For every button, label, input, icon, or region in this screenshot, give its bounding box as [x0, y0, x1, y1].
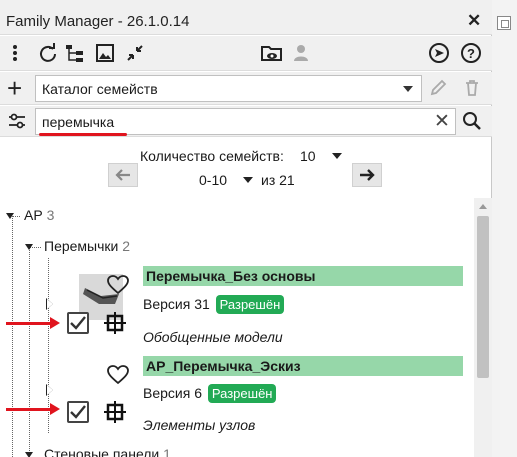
tree-node-count: 1: [163, 446, 171, 457]
place-crosshair-icon[interactable]: [104, 401, 126, 426]
tree-node-label: Перемычки: [44, 238, 119, 254]
clear-search-icon[interactable]: ✕: [431, 110, 453, 132]
expand-toggle-item-inner: [47, 385, 53, 395]
tree-node-label: АР: [24, 207, 43, 223]
family-tree: АР 3 Перемычки 2 Перемычка_Без основы Ве…: [0, 198, 474, 457]
chevron-down-icon: [403, 86, 413, 92]
search-highlight-underline: [39, 133, 127, 136]
tree-node-count: 3: [46, 207, 55, 223]
family-category: Элементы узлов: [143, 417, 256, 433]
catalog-select[interactable]: Каталог семейств: [35, 75, 422, 102]
place-crosshair-icon[interactable]: [104, 312, 126, 337]
family-count-label: Количество семейств:: [140, 148, 284, 164]
help-icon[interactable]: ?: [460, 42, 482, 64]
family-category: Обобщенные модели: [143, 329, 283, 345]
send-icon[interactable]: [428, 42, 450, 64]
tree-node-root[interactable]: АР 3: [24, 207, 54, 223]
chevron-down-icon[interactable]: [243, 177, 253, 183]
family-checkbox[interactable]: [67, 401, 89, 423]
expand-toggle-group[interactable]: [25, 244, 33, 250]
tree-guide-line: [29, 248, 30, 457]
add-button[interactable]: +: [7, 75, 22, 101]
page-range-select[interactable]: 0-10: [199, 172, 227, 188]
tree-node-group[interactable]: Стеновые панели 1: [44, 446, 171, 457]
status-badge: Разрешён: [215, 295, 285, 314]
family-manager-panel: Family Manager - 26.1.0.14 ✕ ? + Каталог…: [0, 0, 492, 457]
close-button[interactable]: ✕: [467, 11, 481, 31]
favorite-heart-icon[interactable]: [107, 365, 129, 385]
svg-text:?: ?: [467, 46, 475, 61]
tree-node-group[interactable]: Перемычки 2: [44, 238, 130, 254]
catalog-select-value: Каталог семейств: [42, 81, 158, 97]
scrollbar-thumb[interactable]: [477, 216, 489, 378]
family-version: Версия 31 Разрешён: [143, 295, 285, 314]
search-query: перемычка: [42, 114, 115, 130]
filter-icon[interactable]: [6, 110, 28, 132]
collapse-icon[interactable]: [124, 42, 146, 64]
refresh-icon[interactable]: [37, 42, 59, 64]
scroll-up-icon[interactable]: [479, 204, 487, 209]
version-label: Версия 31: [143, 296, 210, 312]
prev-page-button[interactable]: [108, 163, 138, 187]
search-row: перемычка ✕: [0, 106, 492, 137]
status-badge: Разрешён: [207, 384, 277, 403]
annotation-arrow: [6, 317, 60, 329]
catalog-row: + Каталог семейств: [0, 72, 492, 105]
tree-icon[interactable]: [64, 42, 86, 64]
next-page-button[interactable]: [352, 163, 382, 187]
family-name-bar[interactable]: АР_Перемычка_Эскиз: [143, 356, 463, 376]
edit-icon[interactable]: [427, 77, 449, 99]
tree-scrollbar[interactable]: [474, 198, 492, 457]
toolbar: ?: [0, 36, 492, 71]
search-input[interactable]: перемычка: [35, 108, 456, 136]
pager: Количество семейств: 10 0-10 из 21: [0, 138, 492, 198]
delete-icon[interactable]: [461, 77, 483, 99]
family-name-bar[interactable]: Перемычка_Без основы: [143, 266, 463, 286]
window-title: Family Manager - 26.1.0.14: [6, 13, 190, 30]
window-restore-icon[interactable]: [497, 16, 511, 30]
family-count-select[interactable]: 10: [300, 148, 316, 164]
tree-guide-line: [48, 258, 49, 433]
tree-node-count: 2: [122, 238, 131, 254]
page-total-label: из 21: [261, 172, 295, 188]
version-label: Версия 6: [143, 385, 202, 401]
more-vert-icon[interactable]: [4, 42, 26, 64]
title-bar: Family Manager - 26.1.0.14 ✕: [0, 0, 492, 35]
expand-toggle-group[interactable]: [25, 452, 33, 457]
annotation-arrow: [6, 403, 60, 415]
favorite-heart-icon[interactable]: [107, 275, 129, 295]
image-icon[interactable]: [94, 42, 116, 64]
expand-toggle-root[interactable]: [6, 213, 14, 219]
tree-node-label: Стеновые панели: [44, 446, 160, 457]
folder-view-icon[interactable]: [261, 42, 283, 64]
side-strip: [492, 0, 517, 457]
user-icon[interactable]: [291, 42, 313, 64]
family-version: Версия 6 Разрешён: [143, 384, 277, 403]
search-icon[interactable]: [461, 110, 483, 132]
family-checkbox[interactable]: [67, 312, 89, 334]
tree-guide-line: [12, 218, 13, 457]
expand-toggle-item-inner: [47, 299, 53, 309]
chevron-down-icon[interactable]: [332, 153, 342, 159]
